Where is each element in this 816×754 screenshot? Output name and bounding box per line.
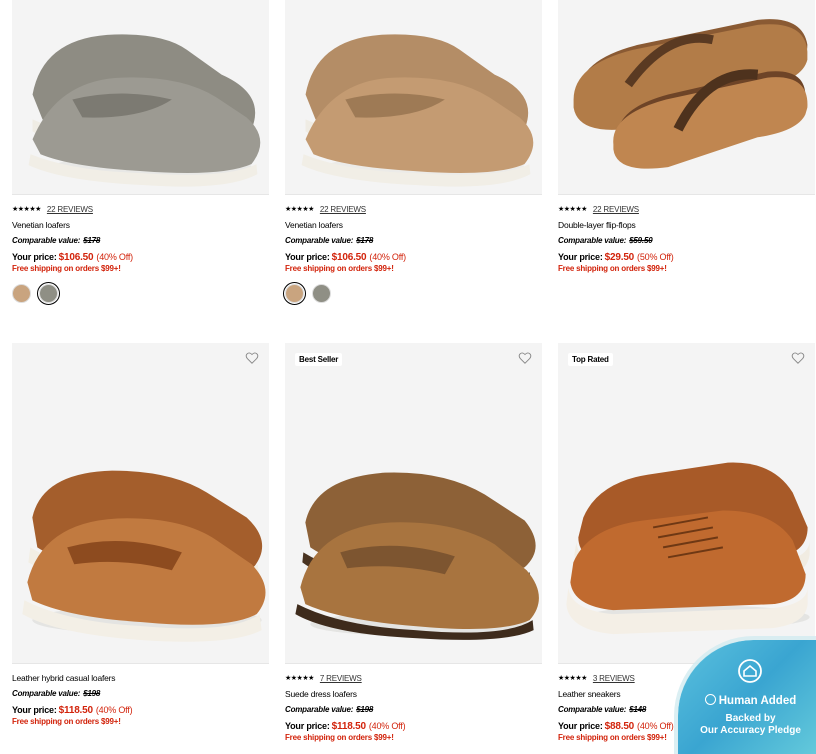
discount-label: (40% Off) — [96, 252, 133, 262]
comparable-label: Comparable value: — [285, 705, 354, 714]
product-image-venetian-loafer-tan[interactable] — [285, 0, 542, 195]
comparable-value: Comparable value: $178 — [285, 236, 542, 247]
shipping-note: Free shipping on orders $99+! — [558, 264, 667, 273]
badge-best-seller: Best Seller — [295, 353, 343, 366]
price-row: Your price: $106.50 (40% Off) — [285, 252, 542, 264]
discount-label: (50% Off) — [637, 252, 674, 262]
comparable-price: $178 — [83, 236, 101, 245]
discount-label: (40% Off) — [369, 252, 406, 262]
pledge-line-2: Our Accuracy Pledge — [700, 725, 801, 736]
sale-price: $88.50 — [604, 721, 635, 732]
your-price-label: Your price: — [12, 252, 57, 262]
comparable-value: Comparable value: $178 — [12, 236, 269, 247]
accuracy-pledge-badge[interactable]: Human Added Backed by Our Accuracy Pledg… — [674, 636, 816, 754]
comparable-price: $198 — [356, 705, 374, 714]
check-circle-icon — [704, 694, 716, 705]
comparable-value: Comparable value: $198 — [285, 705, 542, 716]
comparable-price: $178 — [356, 236, 374, 245]
rating-stars: ★★★★★ — [12, 206, 41, 213]
rating-stars: ★★★★★ — [285, 675, 314, 682]
your-price-label: Your price: — [12, 705, 57, 715]
color-swatches — [283, 282, 542, 305]
your-price-label: Your price: — [558, 721, 603, 731]
color-swatch-tan[interactable] — [12, 284, 31, 303]
heart-icon[interactable] — [245, 351, 259, 365]
product-name[interactable]: Venetian loafers — [12, 220, 269, 232]
sale-price: $29.50 — [604, 252, 635, 263]
product-name[interactable]: Leather hybrid casual loafers — [12, 673, 269, 685]
pledge-title: Human Added — [678, 694, 816, 707]
comparable-label: Comparable value: — [285, 236, 354, 245]
price-row: Your price: $106.50 (40% Off) — [12, 252, 269, 264]
price-row: Your price: $29.50 (50% Off) — [558, 252, 815, 264]
reviews-link[interactable]: 22 REVIEWS — [320, 205, 366, 214]
sale-price: $106.50 — [58, 252, 94, 263]
your-price-label: Your price: — [285, 721, 330, 731]
reviews-link[interactable]: 3 REVIEWS — [593, 674, 635, 683]
heart-icon[interactable] — [791, 351, 805, 365]
shipping-note: Free shipping on orders $99+! — [12, 264, 121, 273]
color-swatch-gray[interactable] — [37, 282, 60, 305]
rating-stars: ★★★★★ — [558, 206, 587, 213]
discount-label: (40% Off) — [637, 721, 674, 731]
sale-price: $118.50 — [331, 721, 366, 732]
discount-label: (40% Off) — [368, 721, 406, 731]
heart-icon[interactable] — [518, 351, 532, 365]
sale-price: $118.50 — [58, 705, 93, 716]
pledge-line-1: Backed by — [725, 713, 776, 724]
comparable-label: Comparable value: — [12, 689, 81, 698]
comparable-label: Comparable value: — [12, 236, 81, 245]
product-image-leather-sneaker[interactable]: Top Rated — [558, 343, 815, 664]
product-image-leather-penny-loafer[interactable] — [12, 343, 269, 664]
comparable-label: Comparable value: — [558, 236, 627, 245]
color-swatch-gray[interactable] — [312, 284, 331, 303]
badge-top-rated: Top Rated — [568, 353, 613, 366]
sale-price: $106.50 — [331, 252, 367, 263]
comparable-price: $59.50 — [629, 236, 653, 245]
product-image-suede-penny-loafer[interactable]: Best Seller — [285, 343, 542, 664]
price-row: Your price: $118.50 (40% Off) — [12, 705, 269, 717]
product-image-flip-flop-brown[interactable] — [558, 0, 815, 195]
shipping-note: Free shipping on orders $99+! — [285, 264, 394, 273]
pledge-title-text: Human Added — [718, 695, 797, 707]
comparable-price: $148 — [629, 705, 647, 714]
comparable-price: $198 — [83, 689, 101, 698]
color-swatch-tan[interactable] — [283, 282, 306, 305]
shipping-note: Free shipping on orders $99+! — [285, 733, 394, 742]
comparable-label: Comparable value: — [558, 705, 627, 714]
your-price-label: Your price: — [558, 252, 603, 262]
shipping-note: Free shipping on orders $99+! — [12, 717, 121, 726]
reviews-link[interactable]: 7 REVIEWS — [320, 674, 362, 683]
product-name[interactable]: Venetian loafers — [285, 220, 542, 232]
comparable-value: Comparable value: $59.50 — [558, 236, 815, 247]
price-row: Your price: $118.50 (40% Off) — [285, 721, 542, 733]
your-price-label: Your price: — [285, 252, 330, 262]
rating-stars: ★★★★★ — [285, 206, 314, 213]
color-swatches — [12, 282, 269, 305]
rating-stars: ★★★★★ — [558, 675, 587, 682]
product-name[interactable]: Double-layer flip-flops — [558, 220, 815, 232]
reviews-link[interactable]: 22 REVIEWS — [593, 205, 639, 214]
product-image-venetian-loafer-gray[interactable] — [12, 0, 269, 195]
discount-label: (40% Off) — [95, 705, 133, 715]
product-name[interactable]: Suede dress loafers — [285, 689, 542, 701]
home-shield-icon — [738, 659, 762, 683]
reviews-link[interactable]: 22 REVIEWS — [47, 205, 93, 214]
comparable-value: Comparable value: $198 — [12, 689, 269, 700]
